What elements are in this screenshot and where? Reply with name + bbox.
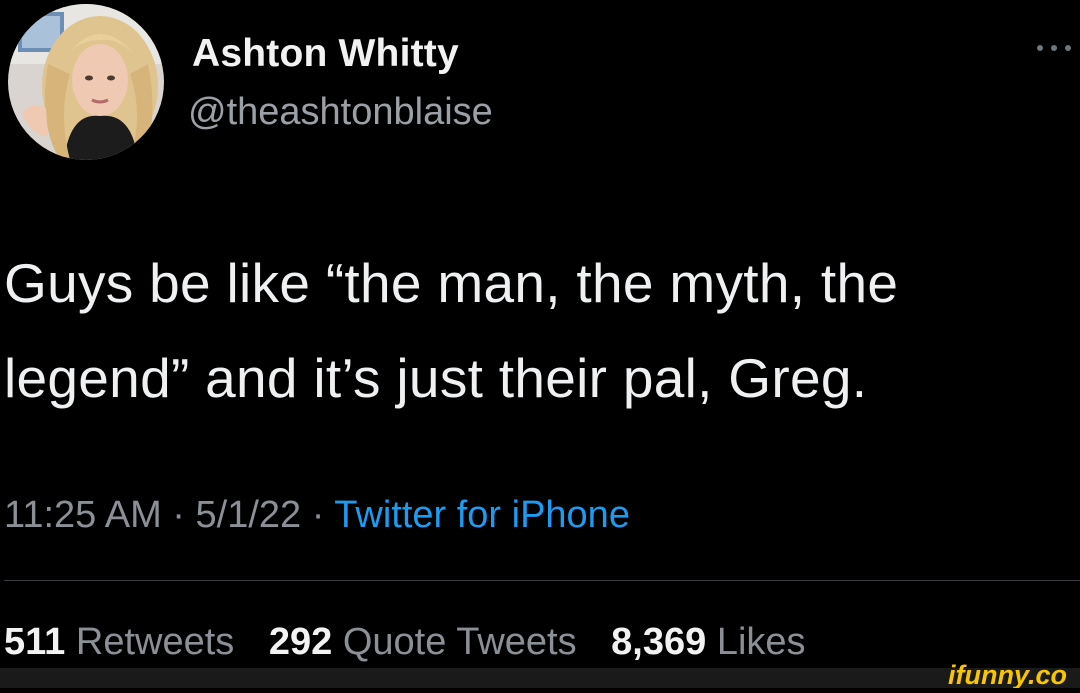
likes-count: 8,369	[611, 621, 707, 663]
quote-tweets-count: 292	[268, 621, 333, 663]
tweet-text: Guys be like “the man, the myth, the leg…	[4, 236, 1080, 426]
tweet-date[interactable]: 5/1/22	[196, 494, 302, 536]
tweet-meta: 11:25 AM · 5/1/22 · Twitter for iPhone	[4, 494, 630, 537]
author-avatar[interactable]	[8, 4, 164, 160]
author-handle[interactable]: @theashtonblaise	[188, 91, 493, 134]
retweets-label: Retweets	[75, 621, 235, 663]
tweet-source-link[interactable]: Twitter for iPhone	[334, 494, 630, 536]
meta-separator: ·	[311, 494, 325, 536]
tweet-text-line: Guys be like “the man, the myth, the	[4, 252, 899, 314]
retweets-count: 511	[4, 621, 66, 663]
more-options-icon[interactable]	[1032, 36, 1076, 60]
stats-divider	[4, 580, 1080, 581]
retweets-stat[interactable]: 511 Retweets	[4, 621, 245, 663]
tweet-text-line: legend” and it’s just their pal, Greg.	[4, 347, 868, 409]
ifunny-watermark: ifunny.co	[944, 660, 1080, 690]
meta-separator: ·	[172, 494, 185, 536]
likes-label: Likes	[716, 621, 806, 663]
profile-photo-icon	[8, 4, 164, 160]
tweet-time[interactable]: 11:25 AM	[4, 494, 162, 536]
author-display-name[interactable]: Ashton Whitty	[192, 32, 459, 76]
footer-strip	[0, 668, 1080, 688]
quote-tweets-label: Quote Tweets	[342, 621, 577, 663]
tweet-card: Ashton Whitty @theashtonblaise Guys be l…	[0, 0, 1080, 668]
tweet-stats: 511 Retweets 292 Quote Tweets 8,369 Like…	[4, 621, 806, 664]
likes-stat[interactable]: 8,369 Likes	[611, 621, 805, 663]
quote-tweets-stat[interactable]: 292 Quote Tweets	[269, 621, 587, 663]
svg-text:ifunny.co: ifunny.co	[948, 660, 1067, 688]
